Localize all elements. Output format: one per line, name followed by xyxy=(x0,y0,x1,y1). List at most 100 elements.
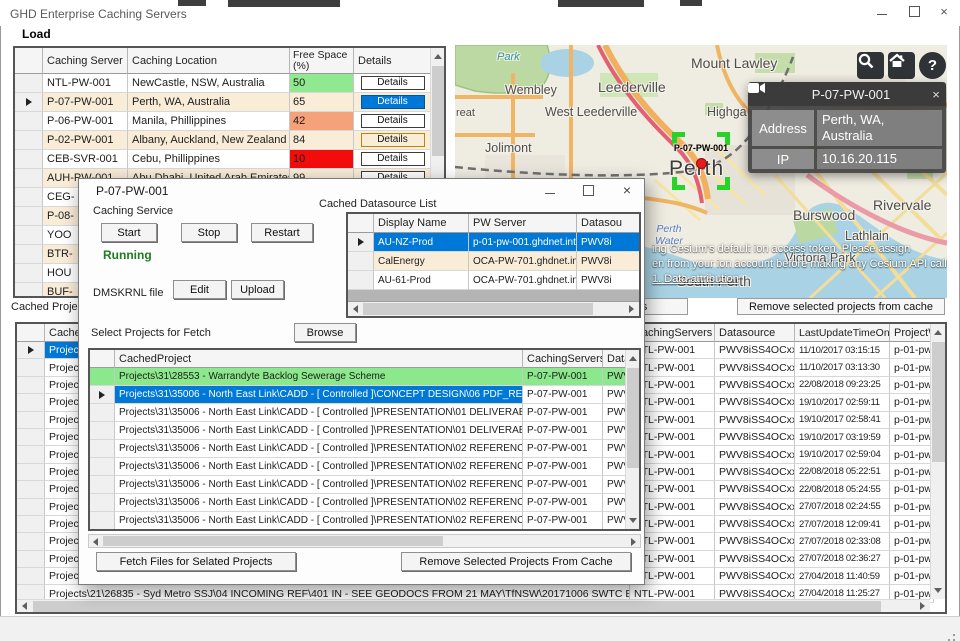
scroll-right-icon[interactable] xyxy=(629,305,634,313)
header-caching-server[interactable]: Caching Server xyxy=(43,48,128,74)
server-map-marker[interactable]: P-07-PW-001 xyxy=(672,132,730,190)
row-selector[interactable] xyxy=(17,412,45,429)
scroll-up-icon[interactable] xyxy=(934,330,942,335)
load-table-row[interactable]: P-07-PW-001Perth, WA, Australia65Details xyxy=(15,93,444,112)
datasource-hscroll-thumb[interactable] xyxy=(363,303,593,315)
popup-close-icon[interactable]: × xyxy=(926,87,946,102)
start-service-button[interactable]: Start xyxy=(101,223,157,242)
row-selector[interactable] xyxy=(90,404,115,422)
row-selector[interactable] xyxy=(15,226,43,245)
row-selector[interactable] xyxy=(90,494,115,512)
row-selector[interactable] xyxy=(15,188,43,207)
header-details[interactable]: Details xyxy=(354,48,432,74)
row-selector[interactable] xyxy=(90,440,115,458)
row-selector[interactable] xyxy=(17,533,45,550)
main-vscroll-thumb[interactable] xyxy=(932,342,945,462)
row-selector[interactable] xyxy=(90,368,115,386)
row-selector[interactable] xyxy=(15,264,43,283)
header-cached-project[interactable]: CachedProject xyxy=(115,350,523,368)
row-selector[interactable] xyxy=(17,429,45,446)
row-selector[interactable] xyxy=(15,74,43,93)
dialog-project-row[interactable]: Projects\31\35006 - North East Link\CADD… xyxy=(90,404,639,422)
upload-dmskrnl-button[interactable]: Upload xyxy=(231,280,284,299)
dialog-project-row[interactable]: Projects\31\35006 - North East Link\CADD… xyxy=(90,422,639,440)
restart-service-button[interactable]: Restart xyxy=(251,223,313,242)
row-selector[interactable] xyxy=(17,446,45,463)
header-projectwise[interactable]: ProjectWis xyxy=(890,324,934,342)
row-selector[interactable] xyxy=(17,568,45,585)
scroll-left-icon[interactable] xyxy=(22,602,27,610)
main-table-hscrollbar[interactable] xyxy=(17,599,930,612)
row-selector[interactable] xyxy=(17,464,45,481)
row-selector[interactable] xyxy=(15,283,43,298)
remove-projects-main-button[interactable]: Remove selected projects from cache xyxy=(737,298,945,315)
datasource-row[interactable]: CalEnergyOCA-PW-701.ghdnet.inte...PWV8i xyxy=(348,252,639,271)
header-pw-server[interactable]: PW Server xyxy=(469,214,577,233)
load-table-row[interactable]: P-02-PW-001Albany, Auckland, New Zealand… xyxy=(15,131,444,150)
row-selector[interactable] xyxy=(348,233,374,252)
row-selector[interactable] xyxy=(90,386,115,404)
stop-service-button[interactable]: Stop xyxy=(181,223,237,242)
map-help-button[interactable]: ? xyxy=(919,52,946,79)
header-datasource[interactable]: Datasource xyxy=(715,324,795,342)
dialog-project-row[interactable]: Projects\31\35006 - North East Link\CADD… xyxy=(90,440,639,458)
dialog-vscroll-thumb[interactable] xyxy=(627,368,639,468)
map-search-button[interactable] xyxy=(857,52,884,79)
dialog-project-row[interactable]: Projects\31\35006 - North East Link\CADD… xyxy=(90,494,639,512)
scroll-left-icon[interactable] xyxy=(93,538,98,546)
datasource-row[interactable]: AU-61-ProdOCA-PW-701.ghdnet.inte...PWV8i xyxy=(348,271,639,290)
dialog-projects-hscrollbar[interactable] xyxy=(88,534,641,548)
header-display-name[interactable]: Display Name xyxy=(374,214,469,233)
row-selector[interactable] xyxy=(17,499,45,516)
details-button[interactable]: Details xyxy=(361,76,425,90)
row-selector[interactable] xyxy=(90,476,115,494)
load-vscroll-thumb[interactable] xyxy=(432,66,444,156)
dialog-minimize-button[interactable] xyxy=(537,181,563,199)
header-free-space[interactable]: Free Space (%) xyxy=(290,48,354,74)
row-selector[interactable] xyxy=(17,377,45,394)
load-table-row[interactable]: CEB-SVR-001Cebu, Phillippines10Details xyxy=(15,150,444,169)
row-selector[interactable] xyxy=(15,207,43,226)
header-last-update[interactable]: LastUpdateTimeOnC xyxy=(795,324,890,342)
row-selector[interactable] xyxy=(17,516,45,533)
row-selector[interactable] xyxy=(17,342,45,359)
dialog-close-button[interactable]: × xyxy=(614,181,640,199)
row-selector[interactable] xyxy=(17,394,45,411)
row-selector[interactable] xyxy=(17,481,45,498)
scroll-left-icon[interactable] xyxy=(353,305,358,313)
row-selector[interactable] xyxy=(17,359,45,376)
details-button[interactable]: Details xyxy=(361,95,425,109)
main-hscroll-thumb[interactable] xyxy=(33,601,881,612)
row-selector[interactable] xyxy=(90,458,115,476)
close-button[interactable]: × xyxy=(932,2,956,20)
row-selector[interactable] xyxy=(15,245,43,264)
scroll-up-icon[interactable] xyxy=(629,356,637,361)
main-table-vscrollbar[interactable] xyxy=(930,324,945,599)
scroll-up-icon[interactable] xyxy=(434,54,442,59)
dialog-project-row[interactable]: Projects\31\35006 - North East Link\CADD… xyxy=(90,458,639,476)
datasource-hscrollbar[interactable] xyxy=(348,302,639,317)
resize-grip[interactable] xyxy=(953,634,955,636)
remove-projects-dialog-button[interactable]: Remove Selected Projects From Cache xyxy=(401,552,631,571)
dialog-hscroll-thumb[interactable] xyxy=(103,536,443,546)
row-selector[interactable] xyxy=(17,551,45,568)
row-selector[interactable] xyxy=(90,512,115,530)
row-selector[interactable] xyxy=(15,131,43,150)
header-datasource[interactable]: Datasou xyxy=(577,214,641,233)
popup-header[interactable]: P-07-PW-001 × xyxy=(748,82,946,106)
edit-dmskrnl-button[interactable]: Edit xyxy=(173,280,226,299)
row-selector[interactable] xyxy=(15,112,43,131)
scroll-down-icon[interactable] xyxy=(934,588,942,593)
details-button[interactable]: Details xyxy=(361,133,425,147)
dialog-project-row[interactable]: Projects\31\35006 - North East Link\CADD… xyxy=(90,386,639,404)
header-caching-servers[interactable]: CachingServers xyxy=(523,350,603,368)
row-selector[interactable] xyxy=(15,150,43,169)
scroll-right-icon[interactable] xyxy=(920,602,925,610)
row-selector[interactable] xyxy=(90,422,115,440)
dialog-maximize-button[interactable] xyxy=(575,181,601,199)
dialog-project-row[interactable]: Projects\31\35006 - North East Link\CADD… xyxy=(90,476,639,494)
row-selector[interactable] xyxy=(348,271,374,290)
dialog-projects-vscrollbar[interactable] xyxy=(625,350,639,529)
scroll-right-icon[interactable] xyxy=(631,538,636,546)
browse-button[interactable]: Browse xyxy=(294,323,356,342)
